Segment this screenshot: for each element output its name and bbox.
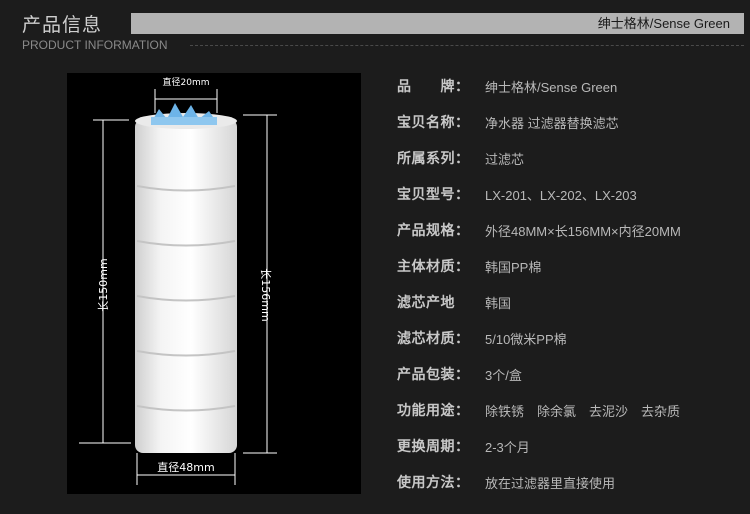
dim-right-label: 长156mm (259, 268, 272, 321)
filter-illustration: 直径20mm 长150mm 长156mm 直径48mm (79, 76, 277, 485)
spec-value: 放在过滤器里直接使用 (485, 475, 616, 491)
dim-bottom-label: 直径48mm (157, 460, 214, 474)
spec-row: 宝贝型号： LX-201、LX-202、LX-203 (397, 176, 742, 212)
spec-value: 5/10微米PP棉 (485, 331, 567, 347)
spec-row: 主体材质： 韩国PP棉 (397, 248, 742, 284)
header-divider (190, 45, 744, 46)
spec-row: 滤芯产地 韩国 (397, 284, 742, 320)
spec-row: 使用方法： 放在过滤器里直接使用 (397, 464, 742, 500)
spec-value: 2-3个月 (485, 439, 530, 455)
spec-row: 宝贝名称： 净水器 过滤器替换滤芯 (397, 104, 742, 140)
spec-label: 主体材质： (397, 259, 470, 275)
spec-label: 品 牌： (397, 79, 470, 95)
spec-value: LX-201、LX-202、LX-203 (485, 187, 637, 203)
spec-label: 功能用途： (397, 403, 470, 419)
spec-label: 宝贝名称： (397, 115, 470, 131)
brand-name: 绅士格林/Sense Green (597, 16, 730, 31)
spec-label: 使用方法： (397, 475, 470, 491)
filter-cartridge (135, 113, 237, 453)
spec-row: 滤芯材质： 5/10微米PP棉 (397, 320, 742, 356)
spec-row: 更换周期： 2-3个月 (397, 428, 742, 464)
spec-value: 韩国PP棉 (485, 259, 542, 275)
spec-label: 更换周期： (397, 439, 470, 455)
spec-row: 所属系列： 过滤芯 (397, 140, 742, 176)
dimension-top (154, 89, 218, 113)
spec-value: 净水器 过滤器替换滤芯 (485, 115, 619, 131)
spec-label: 所属系列： (397, 151, 470, 167)
spec-value: 韩国 (485, 295, 512, 311)
spec-value: 3个/盒 (485, 367, 522, 383)
spec-value: 除铁锈 除余氯 去泥沙 去杂质 (485, 403, 681, 419)
spec-label: 产品规格： (397, 223, 470, 239)
dim-top-label: 直径20mm (163, 76, 210, 88)
spec-row: 产品规格： 外径48MM×长156MM×内径20MM (397, 212, 742, 248)
product-photo: 直径20mm 长150mm 长156mm 直径48mm (67, 73, 361, 494)
header-bar: 绅士格林/Sense Green (131, 13, 744, 34)
spec-label: 产品包装： (397, 367, 470, 383)
section-subtitle: PRODUCT INFORMATION (22, 38, 168, 52)
spec-list: 品 牌： 绅士格林/Sense Green 宝贝名称： 净水器 过滤器替换滤芯 … (397, 68, 742, 500)
spec-value: 外径48MM×长156MM×内径20MM (485, 223, 681, 239)
spec-value: 绅士格林/Sense Green (485, 79, 618, 95)
spec-label: 滤芯材质： (397, 331, 470, 347)
spec-label: 滤芯产地 (397, 295, 455, 311)
spec-row: 品 牌： 绅士格林/Sense Green (397, 68, 742, 104)
spec-label: 宝贝型号： (397, 187, 470, 203)
spec-row: 功能用途： 除铁锈 除余氯 去泥沙 去杂质 (397, 392, 742, 428)
spec-row: 产品包装： 3个/盒 (397, 356, 742, 392)
spec-value: 过滤芯 (485, 151, 525, 167)
section-title: 产品信息 (22, 14, 103, 36)
dim-left-label: 长150mm (97, 258, 110, 311)
